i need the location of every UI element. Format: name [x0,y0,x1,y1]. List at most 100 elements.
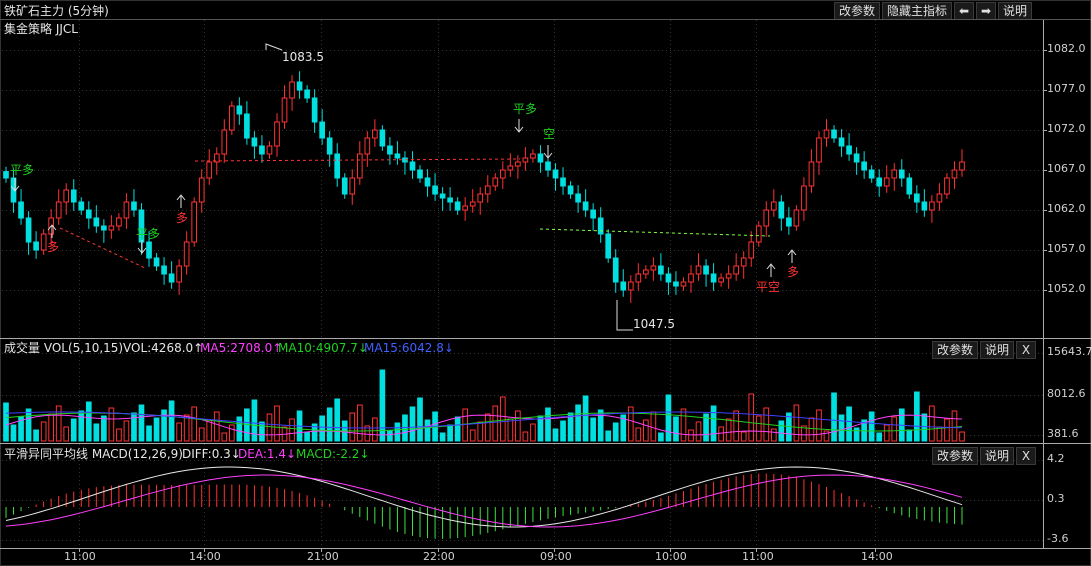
volume-bar [40,421,47,442]
volume-bar [439,432,446,442]
volume-bar [921,413,928,442]
candle-body [25,217,32,243]
candle-body [861,161,867,171]
volume-bar [372,417,378,442]
volume-bar [793,404,800,442]
volume-bar [55,405,62,442]
candle-body [816,137,822,163]
candle-body [755,225,762,243]
candle-body [469,201,476,207]
volume-bar [138,404,145,442]
candle-body [198,177,205,203]
macd-tick: -3.6 [1047,532,1069,545]
volume-bar [191,406,198,442]
volume-bar [778,420,785,442]
volume-bar [936,426,943,442]
volume-bar [883,424,890,442]
vol-value: VOL:4268.0↑ [123,341,204,355]
candle-body [740,257,747,267]
volume-bar [289,418,295,442]
volume-bar [959,431,965,442]
candle-body [349,177,356,195]
price-tick: 1052.0 [1047,282,1086,295]
volume-bar [507,418,514,442]
candle-body [951,169,958,179]
candle-body [3,171,9,179]
volume-bar [146,425,152,442]
vol-ma15: MA15:6042.8↓ [364,341,454,355]
volume-bar [251,399,258,442]
low-label: 1047.5 [633,317,675,331]
volume-bar [116,428,122,442]
candle-body [289,81,295,99]
candle-body [334,153,341,179]
candle-body [643,269,649,275]
candle-body [417,169,423,179]
volume-bar [228,424,235,442]
candle-body [387,145,393,155]
vol-help-button[interactable]: 说明 [980,341,1015,359]
volume-bar [643,419,649,442]
macd-params-button[interactable]: 改参数 [932,447,979,465]
signal-duo: 多 [176,211,189,225]
candle-body [123,201,130,219]
candle-body [63,189,70,203]
volume-bar [552,428,559,442]
candle-body [891,169,898,179]
volume-bar [477,421,484,442]
volume-bar [650,411,657,442]
volume-bar [545,407,551,442]
volume-bar [454,416,461,442]
macd-help-button[interactable]: 说明 [980,447,1015,465]
volume-bar [356,404,363,442]
time-tick: 11:00 [64,550,96,563]
candle-body [364,137,371,155]
macd-close-icon[interactable]: X [1016,447,1037,465]
volume-bar [424,419,431,442]
candle-body [530,153,536,159]
vol-close-icon[interactable]: X [1016,341,1037,359]
candle-body [718,277,724,283]
candle-body [304,89,310,99]
vol-toolbar: 改参数 说明 X [932,341,1037,359]
volume-bar [33,429,39,442]
macd-value: MACD:-2.2↓ [296,447,370,461]
candle-body [680,281,687,287]
candle-body [763,209,770,227]
signal-kong: 空 [543,127,556,141]
candle-body [55,201,62,219]
volume-bar [733,410,740,442]
arrow-down-icon [514,119,524,133]
kline-chart[interactable] [0,0,1091,566]
candle-body [236,105,243,115]
volume-bar [78,410,85,442]
volume-bar [221,432,228,442]
vol-params-button[interactable]: 改参数 [932,341,979,359]
volume-bar [680,408,687,442]
candle-body [93,217,100,227]
candle-body [552,169,559,179]
volume-bar [153,417,160,442]
arrow-up-icon [766,263,776,277]
price-tick: 1062.0 [1047,202,1086,215]
candle-body [770,201,777,211]
volume-bar [673,416,679,442]
candle-body [409,161,416,171]
time-tick: 14:00 [861,550,893,563]
volume-bar [665,394,672,442]
price-tick: 1082.0 [1047,42,1086,55]
candle-body [545,161,551,171]
vol-tick: 381.6 [1047,427,1079,440]
candle-body [612,257,619,283]
candle-body [710,273,717,283]
candle-body [929,201,935,211]
volume-bar [176,422,182,442]
volume-bar [770,428,777,442]
volume-bar [688,429,694,442]
vol-tick: 15643.7 [1047,345,1091,358]
candle-body [823,129,830,139]
candle-body [281,97,288,123]
candle-body [515,161,521,167]
candle-body [959,161,965,171]
volume-bar [3,402,9,442]
